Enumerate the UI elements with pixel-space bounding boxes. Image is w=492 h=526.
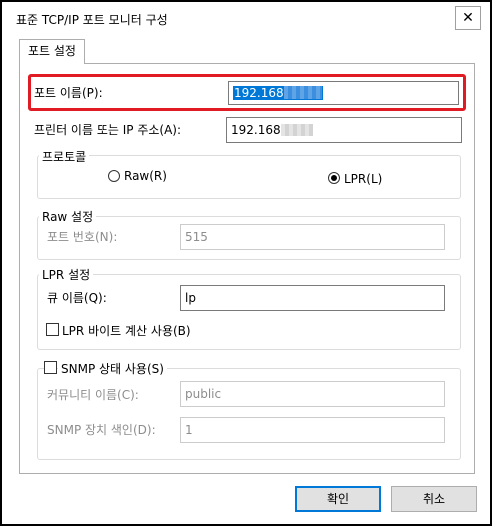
- printer-name-value: 192.168: [231, 123, 281, 137]
- lpr-radio-label[interactable]: LPR(L): [344, 172, 382, 186]
- raw-radio[interactable]: [108, 170, 120, 182]
- queue-name-label: 큐 이름(Q):: [47, 291, 107, 305]
- ok-button[interactable]: 확인: [295, 486, 381, 512]
- snmp-device-index-input[interactable]: 1: [180, 417, 445, 443]
- redacted-selection: [283, 86, 322, 99]
- port-name-label: 포트 이름(P):: [34, 86, 103, 100]
- window-title: 표준 TCP/IP 포트 모니터 구성: [16, 13, 168, 27]
- lpr-byte-count-checkbox[interactable]: [46, 323, 59, 336]
- raw-settings-label: Raw 설정: [39, 208, 97, 225]
- snmp-device-index-label: SNMP 장치 색인(D):: [47, 423, 156, 437]
- tab-port-settings[interactable]: 포트 설정: [19, 39, 85, 64]
- port-name-input[interactable]: 192.168: [228, 81, 459, 105]
- port-number-input[interactable]: 515: [180, 224, 445, 250]
- raw-radio-label[interactable]: Raw(R): [124, 169, 167, 183]
- community-name-value: public: [185, 387, 222, 401]
- port-settings-panel: 포트 이름(P): 192.168 프린터 이름 또는 IP 주소(A): 19…: [19, 63, 475, 474]
- redacted-text: [280, 124, 313, 136]
- lpr-byte-count-label[interactable]: LPR 바이트 계산 사용(B): [62, 322, 191, 339]
- printer-name-input[interactable]: 192.168: [226, 117, 462, 143]
- lpr-settings-label: LPR 설정: [39, 266, 94, 283]
- title-bar: 표준 TCP/IP 포트 모니터 구성 ✕: [2, 2, 490, 36]
- queue-name-input[interactable]: lp: [180, 285, 445, 311]
- close-button[interactable]: ✕: [455, 6, 481, 30]
- protocol-group-label: 프로토콜: [39, 148, 90, 165]
- protocol-group: [37, 155, 461, 199]
- lpr-radio[interactable]: [328, 172, 340, 184]
- port-number-label: 포트 번호(N):: [47, 230, 118, 244]
- port-number-value: 515: [185, 230, 208, 244]
- printer-name-label: 프린터 이름 또는 IP 주소(A):: [34, 123, 182, 137]
- cancel-button[interactable]: 취소: [391, 486, 477, 512]
- port-config-dialog: 표준 TCP/IP 포트 모니터 구성 ✕ 포트 설정 포트 이름(P): 19…: [0, 0, 492, 526]
- queue-name-value: lp: [185, 291, 196, 305]
- community-name-label: 커뮤니티 이름(C):: [47, 388, 139, 402]
- snmp-label[interactable]: SNMP 상태 사용(S): [58, 360, 167, 377]
- snmp-checkbox[interactable]: [44, 361, 57, 374]
- port-name-value: 192.168: [234, 86, 284, 100]
- close-icon: ✕: [462, 10, 474, 26]
- community-name-input[interactable]: public: [180, 381, 445, 407]
- snmp-device-index-value: 1: [185, 423, 193, 437]
